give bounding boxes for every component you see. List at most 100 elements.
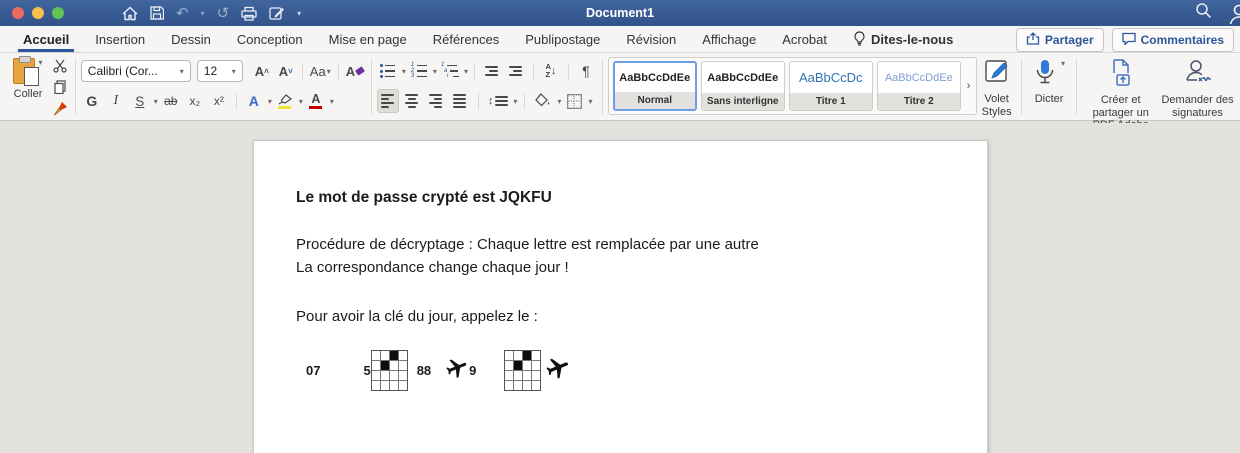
multilevel-list-icon: 1ai xyxy=(441,62,459,79)
more-styles-button[interactable]: › xyxy=(965,80,973,92)
create-pdf-button[interactable]: Créer et partager un PDF Adobe xyxy=(1082,56,1159,131)
home-icon[interactable] xyxy=(122,6,138,21)
dictate-button[interactable]: ▾ Dicter xyxy=(1027,56,1072,118)
styles-gallery: AaBbCcDdEe Normal AaBbCcDdEe Sans interl… xyxy=(607,57,978,115)
tab-publipostage[interactable]: Publipostage xyxy=(512,26,613,52)
tab-revision[interactable]: Révision xyxy=(613,26,689,52)
align-right-button[interactable] xyxy=(425,89,447,113)
title-bar: ↶ ▾ ↺ ▾ Document1 xyxy=(0,0,1240,26)
microphone-icon xyxy=(1033,59,1057,90)
paste-button[interactable]: ▾ Coller xyxy=(6,56,50,118)
tab-insertion[interactable]: Insertion xyxy=(82,26,158,52)
bold-button[interactable]: G xyxy=(81,89,103,113)
tab-mise-en-page[interactable]: Mise en page xyxy=(316,26,420,52)
borders-icon xyxy=(566,93,582,109)
airplane-symbol-icon xyxy=(445,356,469,385)
strikethrough-button[interactable]: ab xyxy=(160,89,182,113)
line-spacing-button[interactable]: ↕ xyxy=(486,89,511,113)
phone-number-line: 07 5 88 9 xyxy=(296,350,947,391)
justify-button[interactable] xyxy=(449,89,471,113)
zoom-window-button[interactable] xyxy=(52,7,64,19)
print-icon[interactable] xyxy=(241,6,257,21)
shading-button[interactable] xyxy=(532,89,554,113)
bullets-button[interactable] xyxy=(377,59,399,83)
font-color-dropdown-icon[interactable]: ▾ xyxy=(330,97,334,106)
dictate-dropdown-icon[interactable]: ▾ xyxy=(1061,59,1065,68)
grid-symbol-icon xyxy=(370,350,408,391)
underline-dropdown-icon[interactable]: ▾ xyxy=(154,97,158,106)
shrink-font-button[interactable]: A ˅ xyxy=(275,59,297,83)
show-formatting-button[interactable]: ¶ xyxy=(575,59,597,83)
text-effects-button[interactable]: A xyxy=(243,89,265,113)
redo-icon[interactable]: ↺ xyxy=(217,6,230,21)
tab-references[interactable]: Références xyxy=(420,26,512,52)
search-icon[interactable] xyxy=(1195,2,1212,24)
tab-affichage[interactable]: Affichage xyxy=(689,26,769,52)
comment-icon xyxy=(1121,32,1136,48)
highlight-button[interactable] xyxy=(274,89,296,113)
document-paragraph-2: Pour avoir la clé du jour, appelez le : xyxy=(296,308,538,325)
underline-button[interactable]: S xyxy=(129,89,151,113)
bullets-icon xyxy=(380,64,396,78)
highlighter-icon xyxy=(278,93,292,109)
style-titre-2[interactable]: AaBbCcDdEe Titre 2 xyxy=(876,61,961,111)
undo-icon[interactable]: ↶ xyxy=(176,6,189,21)
format-painter-icon[interactable] xyxy=(50,99,70,117)
text-effects-dropdown-icon[interactable]: ▾ xyxy=(268,97,272,106)
document-page[interactable]: Le mot de passe crypté est JQKFU Procédu… xyxy=(253,140,988,453)
tab-accueil[interactable]: Accueil xyxy=(18,26,74,52)
tab-dessin[interactable]: Dessin xyxy=(158,26,224,52)
font-size-select[interactable]: 12 ▾ xyxy=(196,60,243,82)
tab-dites-le-nous[interactable]: Dites-le-nous xyxy=(840,26,966,52)
highlight-dropdown-icon[interactable]: ▾ xyxy=(299,97,303,106)
airplane-symbol-icon xyxy=(545,355,571,386)
save-icon[interactable] xyxy=(150,6,164,20)
ribbon-tab-bar: Accueil Insertion Dessin Conception Mise… xyxy=(0,26,1240,53)
multilevel-list-button[interactable]: 1ai xyxy=(439,59,461,83)
share-button[interactable]: Partager xyxy=(1015,28,1104,52)
minimize-window-button[interactable] xyxy=(32,7,44,19)
italic-button[interactable]: I xyxy=(105,89,127,113)
paste-clipboard-icon xyxy=(13,56,40,86)
align-left-button[interactable] xyxy=(376,89,399,113)
align-left-icon xyxy=(381,94,395,108)
lightbulb-icon xyxy=(853,30,866,49)
ribbon: ▾ Coller Calibri (Cor... ▾ 12 ▾ A ˄ A ˅ Aa ▾ … xyxy=(0,53,1240,131)
numbering-button[interactable]: 123 xyxy=(408,59,430,83)
grid-symbol-icon xyxy=(504,350,542,391)
cut-icon[interactable] xyxy=(50,57,70,75)
quick-access-toolbar: ↶ ▾ ↺ ▾ xyxy=(122,6,301,21)
decrease-indent-button[interactable] xyxy=(481,59,503,83)
tab-acrobat[interactable]: Acrobat xyxy=(769,26,840,52)
decrease-indent-icon xyxy=(485,66,499,76)
account-avatar[interactable] xyxy=(1226,3,1240,25)
draw-settings-icon[interactable] xyxy=(269,6,285,21)
window-controls xyxy=(12,7,64,19)
borders-button[interactable] xyxy=(563,89,585,113)
undo-dropdown-icon[interactable]: ▾ xyxy=(201,9,205,18)
qat-dropdown-icon[interactable]: ▾ xyxy=(297,9,301,18)
font-color-button[interactable]: A xyxy=(305,89,327,113)
increase-indent-button[interactable] xyxy=(505,59,527,83)
sort-button[interactable]: A Z ↓ xyxy=(540,59,562,83)
copy-icon[interactable] xyxy=(50,78,70,96)
subscript-button[interactable]: x₂ xyxy=(184,89,206,113)
align-center-button[interactable] xyxy=(401,89,423,113)
document-canvas[interactable]: Le mot de passe crypté est JQKFU Procédu… xyxy=(0,123,1240,453)
style-normal[interactable]: AaBbCcDdEe Normal xyxy=(612,61,697,111)
change-case-button[interactable]: Aa ▾ xyxy=(308,59,333,83)
superscript-button[interactable]: x² xyxy=(208,89,230,113)
paragraph-group: ▾ 123 ▾ 1ai ▾ A Z ↓ ¶ ↕ ▾ ▾ ▾ xyxy=(376,56,597,118)
paste-dropdown-icon[interactable]: ▾ xyxy=(38,58,42,67)
style-sans-interligne[interactable]: AaBbCcDdEe Sans interligne xyxy=(700,61,785,111)
clear-formatting-button[interactable]: A xyxy=(344,59,366,83)
tab-conception[interactable]: Conception xyxy=(224,26,316,52)
style-titre-1[interactable]: AaBbCcDc Titre 1 xyxy=(788,61,873,111)
grow-font-button[interactable]: A ˄ xyxy=(251,59,273,83)
font-name-select[interactable]: Calibri (Cor... ▾ xyxy=(80,60,191,82)
styles-pane-button[interactable]: Volet Styles xyxy=(977,56,1015,118)
close-window-button[interactable] xyxy=(12,7,24,19)
request-signatures-button[interactable]: Demander des signatures xyxy=(1159,56,1236,119)
comments-button[interactable]: Commentaires xyxy=(1111,28,1234,52)
line-spacing-icon xyxy=(495,96,509,106)
